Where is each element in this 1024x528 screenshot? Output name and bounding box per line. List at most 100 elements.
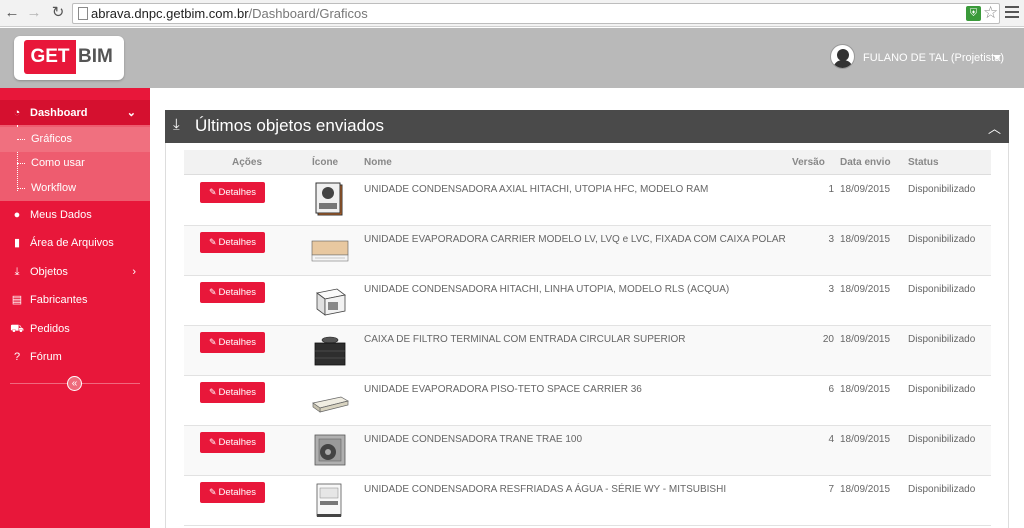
user-icon: ● bbox=[13, 209, 21, 221]
sidebar-item-fabricantes[interactable]: ▤ Fabricantes bbox=[0, 287, 150, 314]
sidebar: ◔ Dashboard ⌄ Gráficos Como usar Workflo… bbox=[0, 88, 150, 528]
url-text[interactable]: abrava.dnpc.getbim.com.br/Dashboard/Graf… bbox=[91, 6, 368, 21]
object-thumbnail[interactable] bbox=[311, 181, 349, 219]
column-header-status: Status bbox=[908, 157, 939, 168]
panel-header: ⤓ Últimos objetos enviados ︿ bbox=[165, 110, 1009, 143]
object-version: 20 bbox=[822, 334, 834, 345]
edit-icon: ✎ bbox=[208, 387, 217, 397]
sidebar-item-label: Objetos bbox=[30, 266, 68, 278]
sidebar-item-label: Fabricantes bbox=[30, 294, 88, 306]
submenu-item-label: Como usar bbox=[31, 157, 85, 169]
file-icon: ▮ bbox=[13, 237, 21, 249]
object-name: UNIDADE CONDENSADORA RESFRIADAS A ÁGUA -… bbox=[364, 484, 727, 495]
extension-shield-icon[interactable]: ⛨ bbox=[966, 6, 981, 21]
object-date: 18/09/2015 bbox=[840, 434, 891, 445]
details-button[interactable]: ✎ Detalhes bbox=[200, 282, 265, 303]
download-icon: ⤓ bbox=[173, 116, 180, 133]
reload-icon[interactable]: ↻ bbox=[50, 5, 66, 21]
sidebar-item-forum[interactable]: ? Fórum bbox=[0, 344, 150, 371]
object-thumbnail[interactable] bbox=[311, 281, 349, 319]
object-name: UNIDADE CONDENSADORA AXIAL HITACHI, UTOP… bbox=[364, 184, 709, 195]
object-status: Disponibilizado bbox=[908, 284, 976, 295]
object-date: 18/09/2015 bbox=[840, 384, 891, 395]
details-button[interactable]: ✎ Detalhes bbox=[200, 232, 265, 253]
table-row: ✎ Detalhes UNIDADE CONDENSADORA AXIAL HIT… bbox=[184, 176, 991, 226]
sidebar-item-pedidos[interactable]: ⛟ Pedidos bbox=[0, 316, 150, 343]
object-status: Disponibilizado bbox=[908, 234, 976, 245]
back-arrow-icon[interactable]: ← bbox=[4, 5, 20, 21]
submenu-item-como-usar[interactable]: Como usar bbox=[0, 151, 150, 176]
column-header-acoes: Ações bbox=[232, 157, 263, 168]
object-thumbnail[interactable] bbox=[311, 481, 349, 519]
details-button-label: Detalhes bbox=[218, 487, 257, 498]
edit-icon: ✎ bbox=[208, 337, 217, 347]
object-version: 3 bbox=[828, 234, 834, 245]
table-header: Ações Ícone Nome Versão Data envio Statu… bbox=[184, 150, 991, 175]
object-version: 3 bbox=[828, 284, 834, 295]
submenu-item-graficos[interactable]: Gráficos bbox=[0, 127, 150, 152]
object-status: Disponibilizado bbox=[908, 334, 976, 345]
sidebar-item-area-de-arquivos[interactable]: ▮ Área de Arquivos bbox=[0, 230, 150, 257]
table-row: ✎ Detalhes UNIDADE EVAPORADORA CARRIER MO… bbox=[184, 226, 991, 276]
sidebar-item-label: Fórum bbox=[30, 351, 62, 363]
logo-get-text: GET bbox=[24, 40, 76, 74]
sidebar-item-label: Área de Arquivos bbox=[30, 237, 114, 249]
download-icon: ⤓ bbox=[14, 266, 20, 278]
question-icon: ? bbox=[13, 351, 21, 363]
chevron-down-icon: ⌄ bbox=[126, 107, 136, 119]
object-version: 7 bbox=[828, 484, 834, 495]
bookmark-star-icon[interactable]: ☆ bbox=[983, 3, 998, 23]
edit-icon: ✎ bbox=[208, 487, 217, 497]
collapse-sidebar-icon[interactable]: « bbox=[67, 376, 82, 391]
details-button-label: Detalhes bbox=[218, 187, 257, 198]
details-button-label: Detalhes bbox=[218, 237, 257, 248]
submenu-item-workflow[interactable]: Workflow bbox=[0, 176, 150, 201]
object-version: 1 bbox=[828, 184, 834, 195]
caret-down-icon[interactable] bbox=[993, 55, 1001, 60]
object-thumbnail[interactable] bbox=[311, 431, 349, 469]
sidebar-item-label: Pedidos bbox=[30, 323, 70, 335]
details-button-label: Detalhes bbox=[218, 287, 257, 298]
url-host: abrava.dnpc.getbim.com.br bbox=[91, 6, 249, 21]
object-thumbnail[interactable] bbox=[311, 331, 349, 369]
object-thumbnail[interactable] bbox=[311, 381, 349, 419]
table-row: ✎ Detalhes UNIDADE EVAPORADORA PISO-TETO … bbox=[184, 376, 991, 426]
column-header-versao: Versão bbox=[792, 157, 825, 168]
object-name: UNIDADE EVAPORADORA PISO-TETO SPACE CARR… bbox=[364, 384, 642, 395]
chevron-up-icon[interactable]: ︿ bbox=[988, 118, 1001, 137]
sidebar-item-objetos[interactable]: ⤓ Objetos › bbox=[0, 259, 150, 286]
browser-toolbar: ← → ↻ abrava.dnpc.getbim.com.br/Dashboar… bbox=[0, 0, 1024, 27]
getbim-logo[interactable]: GET BIM bbox=[14, 36, 124, 80]
object-status: Disponibilizado bbox=[908, 484, 976, 495]
dashboard-submenu: Gráficos Como usar Workflow bbox=[0, 125, 150, 201]
user-avatar[interactable] bbox=[830, 44, 855, 69]
address-bar[interactable]: abrava.dnpc.getbim.com.br/Dashboard/Graf… bbox=[72, 3, 1000, 24]
object-date: 18/09/2015 bbox=[840, 284, 891, 295]
panel-title: Últimos objetos enviados bbox=[195, 116, 384, 135]
browser-menu-icon[interactable] bbox=[1005, 6, 1019, 20]
details-button-label: Detalhes bbox=[218, 337, 257, 348]
table-row: ✎ Detalhes UNIDADE CONDENSADORA HITACHI, … bbox=[184, 276, 991, 326]
submenu-item-label: Gráficos bbox=[31, 133, 72, 145]
sidebar-item-dashboard[interactable]: ◔ Dashboard ⌄ bbox=[0, 100, 150, 127]
details-button[interactable]: ✎ Detalhes bbox=[200, 432, 265, 453]
sidebar-item-meus-dados[interactable]: ● Meus Dados bbox=[0, 202, 150, 229]
object-status: Disponibilizado bbox=[908, 434, 976, 445]
details-button-label: Detalhes bbox=[218, 387, 257, 398]
logo-bim-text: BIM bbox=[78, 46, 113, 67]
building-icon: ▤ bbox=[11, 294, 23, 306]
edit-icon: ✎ bbox=[208, 437, 217, 447]
details-button[interactable]: ✎ Detalhes bbox=[200, 382, 265, 403]
table-row: ✎ Detalhes UNIDADE CONDENSADORA TRANE TRA… bbox=[184, 426, 991, 476]
object-status: Disponibilizado bbox=[908, 184, 976, 195]
object-version: 6 bbox=[828, 384, 834, 395]
user-name[interactable]: FULANO DE TAL (Projetista) bbox=[863, 52, 1004, 64]
details-button[interactable]: ✎ Detalhes bbox=[200, 182, 265, 203]
details-button[interactable]: ✎ Detalhes bbox=[200, 482, 265, 503]
details-button[interactable]: ✎ Detalhes bbox=[200, 332, 265, 353]
forward-arrow-icon[interactable]: → bbox=[26, 5, 42, 21]
object-thumbnail[interactable] bbox=[311, 231, 349, 269]
column-header-nome: Nome bbox=[364, 157, 392, 168]
page-icon bbox=[78, 7, 88, 20]
cart-icon: ⛟ bbox=[10, 323, 24, 335]
